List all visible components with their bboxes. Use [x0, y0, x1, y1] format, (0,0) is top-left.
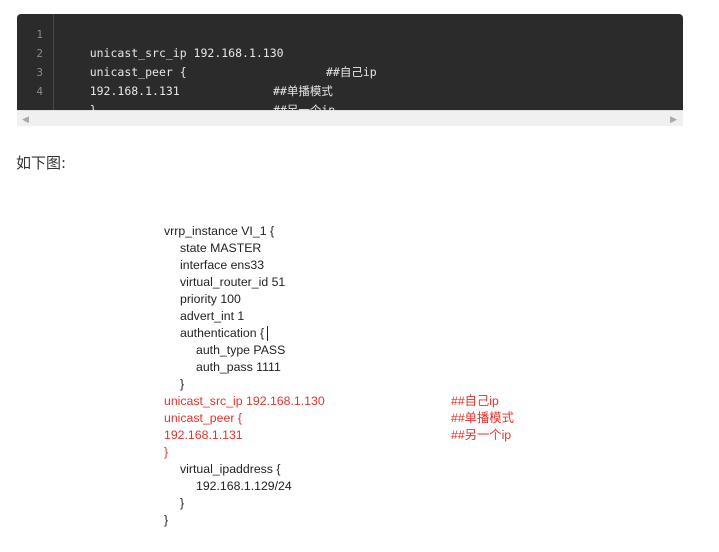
config-line: virtual_ipaddress {: [164, 461, 280, 478]
config-text: authentication {: [180, 326, 265, 340]
config-text: }: [180, 496, 185, 510]
config-line: }: [164, 376, 184, 393]
code-comment: ##单播模式: [273, 84, 333, 98]
code-text: }: [89, 103, 97, 110]
config-line: priority 100: [164, 291, 241, 308]
config-line: state MASTER: [164, 240, 261, 257]
config-line: auth_pass 1111: [164, 359, 281, 376]
config-text: state MASTER: [180, 241, 262, 255]
config-comment: ##自己ip: [451, 394, 499, 408]
code-block: 1 2 3 4 unicast_src_ip 192.168.1.130 ##自…: [17, 14, 683, 110]
config-line: 192.168.1.129/24: [164, 478, 292, 495]
config-line: advert_int 1: [164, 308, 244, 325]
caption: 如下图:: [16, 154, 67, 172]
config-line: authentication {: [164, 325, 264, 342]
config-line: }: [164, 444, 168, 461]
config-text: interface ens33: [180, 258, 265, 272]
config-text: priority 100: [180, 292, 241, 306]
config-line: vrrp_instance VI_1 {: [164, 223, 274, 240]
line-number-gutter: 1 2 3 4: [17, 14, 54, 110]
code-line: 192.168.1.131 ##另一个ip: [62, 63, 336, 110]
config-line: 192.168.1.131 ##另一个ip: [164, 427, 511, 444]
code-line: }: [62, 82, 97, 110]
line-number: 3: [36, 66, 43, 79]
code-comment: ##自己ip: [326, 65, 377, 79]
config-text: virtual_ipaddress {: [180, 462, 281, 476]
config-text: }: [164, 513, 169, 527]
config-line: auth_type PASS: [164, 342, 285, 359]
arrow-left-icon[interactable]: ◀: [22, 113, 29, 125]
config-text: }: [164, 445, 169, 459]
line-number: 1: [36, 28, 43, 41]
config-text: }: [180, 377, 185, 391]
config-text: unicast_peer {: [164, 411, 242, 425]
arrow-right-icon[interactable]: ▶: [670, 113, 677, 125]
code-text: 192.168.1.131: [89, 84, 180, 98]
config-text: auth_pass 1111: [196, 360, 281, 374]
config-text: 192.168.1.129/24: [196, 479, 292, 493]
config-text: 192.168.1.131: [164, 428, 243, 442]
text-cursor: [267, 326, 268, 341]
code-comment: ##另一个ip: [273, 103, 336, 110]
config-line: virtual_router_id 51: [164, 274, 285, 291]
line-number: 4: [36, 85, 43, 98]
line-number: 2: [36, 47, 43, 60]
config-comment: ##另一个ip: [451, 428, 512, 442]
config-text: advert_int 1: [180, 309, 245, 323]
config-text: vrrp_instance VI_1 {: [164, 224, 275, 238]
config-line: }: [164, 512, 168, 529]
config-line: }: [164, 495, 184, 512]
config-text: virtual_router_id 51: [180, 275, 286, 289]
config-line: unicast_peer { ##单播模式: [164, 410, 514, 427]
horizontal-scrollbar[interactable]: ◀ ▶: [17, 110, 683, 126]
config-text: unicast_src_ip 192.168.1.130: [164, 394, 325, 408]
config-comment: ##单播模式: [451, 411, 514, 425]
config-text: auth_type PASS: [196, 343, 286, 357]
code-line: unicast_src_ip 192.168.1.130 ##自己ip: [62, 25, 377, 79]
config-line: unicast_src_ip 192.168.1.130 ##自己ip: [164, 393, 499, 410]
config-line: interface ens33: [164, 257, 264, 274]
code-line: unicast_peer { ##单播模式: [62, 44, 333, 98]
